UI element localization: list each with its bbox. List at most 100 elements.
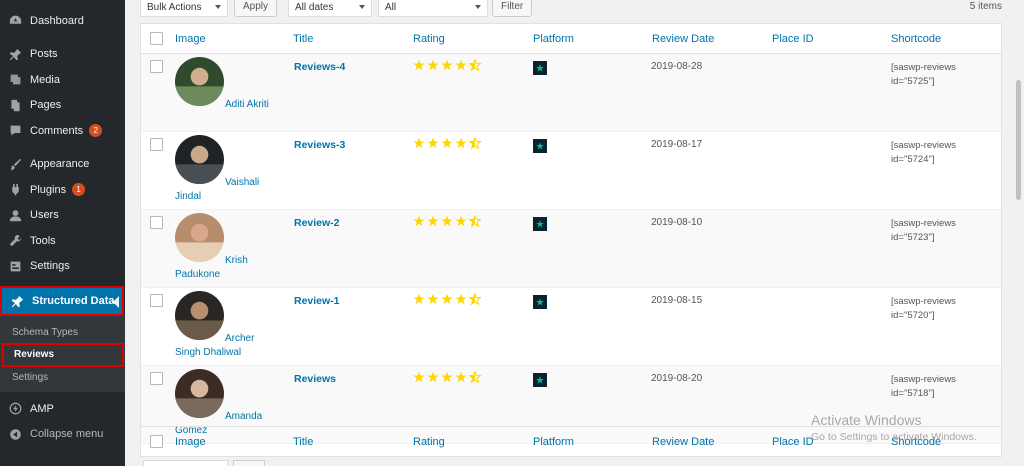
apply-button-bottom[interactable] <box>233 460 265 466</box>
review-shortcode: [saswp-reviews id="5718"] <box>891 373 956 401</box>
shortcode-line: id="5723"] <box>891 232 935 243</box>
reviewer-name[interactable]: Krish Padukone <box>175 254 275 282</box>
sidebar-item-amp[interactable]: AMP <box>0 396 125 422</box>
sidebar-item-appearance[interactable]: Appearance <box>0 152 125 178</box>
sidebar-item-tools[interactable]: Tools <box>0 228 125 254</box>
review-title-link[interactable]: Reviews-3 <box>294 139 345 151</box>
submenu-item-reviews[interactable]: Reviews <box>2 343 124 367</box>
column-place-id-footer[interactable]: Place ID <box>772 436 814 448</box>
submenu-item-schema-types[interactable]: Schema Types <box>0 322 125 343</box>
media-icon <box>0 73 30 86</box>
sidebar-item-label: Collapse menu <box>30 428 104 441</box>
shortcode-line: [saswp-reviews <box>891 62 956 73</box>
table-row: Krish Padukone Review-2 2019-08-10 [saswp-r… <box>141 210 1001 288</box>
review-shortcode: [saswp-reviews id="5720"] <box>891 295 956 323</box>
plugins-update-badge: 1 <box>72 183 86 197</box>
admin-sidebar: Dashboard Posts Media Pages Comments 2 A… <box>0 0 125 466</box>
comment-icon <box>0 124 30 137</box>
shortcode-line: [saswp-reviews <box>891 218 956 229</box>
reviewer-name[interactable]: Aditi Akriti <box>175 98 275 112</box>
review-date: 2019-08-20 <box>651 373 703 384</box>
sidebar-item-plugins[interactable]: Plugins 1 <box>0 177 125 203</box>
column-image-header[interactable]: Image <box>175 33 206 45</box>
reviewer-name[interactable]: Vaishali Jindal <box>175 176 275 204</box>
column-review-date-header[interactable]: Review Date <box>652 33 714 45</box>
sidebar-item-structured-data[interactable]: Structured Data <box>0 286 124 316</box>
sidebar-item-users[interactable]: Users <box>0 203 125 229</box>
star-full-icon <box>413 293 425 305</box>
column-image-footer[interactable]: Image <box>175 436 206 448</box>
rating-stars <box>413 215 481 227</box>
submenu-item-settings[interactable]: Settings <box>0 367 125 388</box>
platform-logo-icon <box>533 295 547 309</box>
select-all-checkbox[interactable] <box>150 32 163 45</box>
type-filter-value: All <box>385 1 397 13</box>
platform-logo-icon <box>533 61 547 75</box>
sidebar-item-comments[interactable]: Comments 2 <box>0 118 125 144</box>
row-checkbox[interactable] <box>150 216 163 229</box>
sidebar-item-dashboard[interactable]: Dashboard <box>0 8 125 34</box>
shortcode-line: id="5724"] <box>891 154 935 165</box>
type-filter-select[interactable]: All <box>378 0 488 17</box>
chevron-down-icon <box>215 5 221 9</box>
collapse-menu-button[interactable]: Collapse menu <box>0 422 125 448</box>
row-checkbox[interactable] <box>150 294 163 307</box>
column-shortcode-header[interactable]: Shortcode <box>891 33 941 45</box>
sidebar-item-settings[interactable]: Settings <box>0 254 125 280</box>
platform-logo-icon <box>533 373 547 387</box>
amp-icon <box>0 402 30 415</box>
row-checkbox[interactable] <box>150 372 163 385</box>
sidebar-item-label: AMP <box>30 402 54 415</box>
chevron-down-icon <box>359 5 365 9</box>
page-scrollbar[interactable] <box>1012 0 1024 466</box>
reviewer-name[interactable]: Archer Singh Dhaliwal <box>175 332 275 360</box>
sidebar-item-posts[interactable]: Posts <box>0 42 125 68</box>
review-title-link[interactable]: Reviews-4 <box>294 61 345 73</box>
platform-logo-icon <box>533 217 547 231</box>
column-platform-header[interactable]: Platform <box>533 33 574 45</box>
select-all-checkbox-footer[interactable] <box>150 435 163 448</box>
review-date: 2019-08-28 <box>651 61 703 72</box>
column-rating-header[interactable]: Rating <box>413 33 445 45</box>
sidebar-item-pages[interactable]: Pages <box>0 93 125 119</box>
dashboard-icon <box>0 14 30 27</box>
bulk-actions-select-bottom[interactable] <box>143 460 228 466</box>
watermark-title: Activate Windows <box>811 412 922 428</box>
pin-icon <box>0 48 30 61</box>
table-row: Aditi Akriti Reviews-4 2019-08-28 [saswp-re… <box>141 54 1001 132</box>
review-title-link[interactable]: Review-1 <box>294 295 340 307</box>
shortcode-line: id="5718"] <box>891 388 935 399</box>
filter-button[interactable]: Filter <box>492 0 533 17</box>
star-full-icon <box>441 371 453 383</box>
current-menu-arrow <box>113 296 119 308</box>
sidebar-item-label: Media <box>30 73 60 86</box>
row-checkbox[interactable] <box>150 60 163 73</box>
column-place-id-header[interactable]: Place ID <box>772 33 814 45</box>
review-title-link[interactable]: Review-2 <box>294 217 340 229</box>
scrollbar-thumb[interactable] <box>1016 80 1021 200</box>
settings-icon <box>0 260 30 273</box>
sidebar-item-media[interactable]: Media <box>0 67 125 93</box>
column-title-header[interactable]: Title <box>293 33 313 45</box>
column-review-date-footer[interactable]: Review Date <box>652 436 714 448</box>
platform-logo-icon <box>533 139 547 153</box>
bulk-actions-select[interactable]: Bulk Actions <box>140 0 228 17</box>
sidebar-item-label: Plugins <box>30 183 67 196</box>
star-full-icon <box>455 293 467 305</box>
row-checkbox[interactable] <box>150 138 163 151</box>
rating-stars <box>413 59 481 71</box>
sidebar-item-label: Structured Data <box>32 295 115 307</box>
dates-filter-select[interactable]: All dates <box>288 0 372 17</box>
column-title-footer[interactable]: Title <box>293 436 313 448</box>
windows-activation-watermark: Activate Windows Go to Settings to activ… <box>811 412 977 443</box>
review-title-link[interactable]: Reviews <box>294 373 336 385</box>
column-platform-footer[interactable]: Platform <box>533 436 574 448</box>
bulk-actions-value: Bulk Actions <box>147 1 202 13</box>
star-full-icon <box>413 215 425 227</box>
apply-button[interactable]: Apply <box>234 0 278 17</box>
rating-stars <box>413 293 481 305</box>
table-row: Archer Singh Dhaliwal Review-1 2019-08-15 [… <box>141 288 1001 366</box>
column-rating-footer[interactable]: Rating <box>413 436 445 448</box>
review-date: 2019-08-15 <box>651 295 703 306</box>
star-full-icon <box>455 215 467 227</box>
